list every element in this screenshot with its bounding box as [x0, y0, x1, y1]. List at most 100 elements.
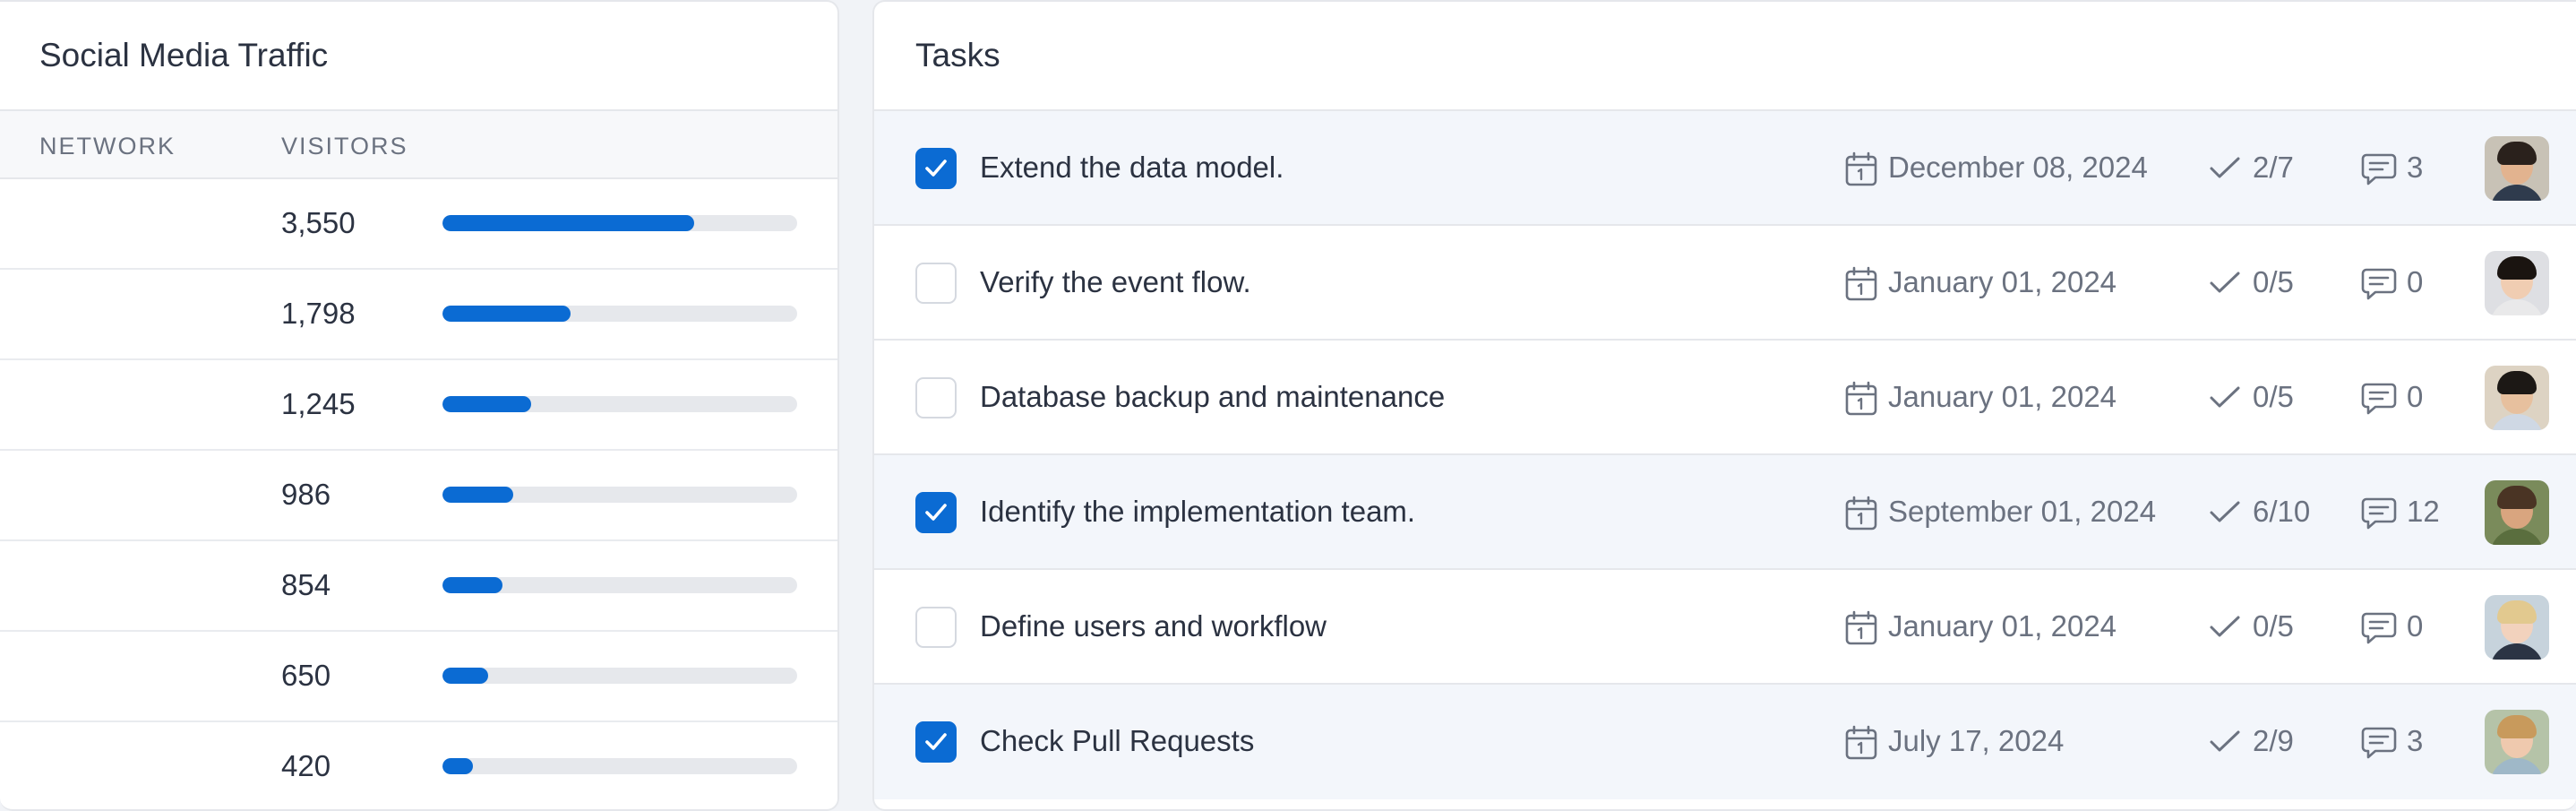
calendar-icon — [1844, 381, 1878, 421]
avatar-shirt — [2490, 414, 2544, 430]
calendar-icon — [1844, 725, 1878, 765]
task-checkbox[interactable] — [915, 148, 957, 189]
visitors-progress-fill — [442, 668, 489, 684]
calendar-icon — [1844, 496, 1878, 536]
social-media-traffic-card: Social Media Traffic NETWORK VISITORS 3,… — [0, 0, 839, 811]
network-cell — [39, 474, 236, 517]
avatar-shirt — [2490, 758, 2544, 774]
visitors-progress-bar — [442, 668, 797, 684]
comment-icon — [2361, 726, 2397, 764]
checkmark-icon — [2209, 156, 2241, 185]
visitors-value: 1,798 — [281, 297, 356, 330]
task-checkbox[interactable] — [915, 492, 957, 533]
task-row[interactable]: Define users and workflow January 01, 202… — [874, 570, 2576, 685]
calendar-icon — [1844, 610, 1878, 651]
avatar-hair — [2497, 486, 2537, 509]
network-cell — [39, 293, 236, 336]
visitors-progress-bar — [442, 306, 797, 322]
task-title[interactable]: Database backup and maintenance — [980, 380, 1445, 414]
task-title[interactable]: Define users and workflow — [980, 609, 1327, 643]
checkmark-icon — [2209, 615, 2241, 644]
task-list: Extend the data model. December 08, 2024 2… — [874, 111, 2576, 799]
traffic-row: 3,550 — [0, 179, 837, 270]
task-title[interactable]: Check Pull Requests — [980, 724, 1254, 758]
assignee-avatar[interactable] — [2485, 710, 2549, 774]
network-cell — [39, 565, 236, 608]
task-comment-count: 12 — [2407, 495, 2440, 528]
network-cell — [39, 655, 236, 698]
task-subtask-count: 0/5 — [2253, 265, 2294, 298]
task-due-date: January 01, 2024 — [1888, 609, 2117, 643]
visitors-progress-bar — [442, 396, 797, 412]
visitors-value: 420 — [281, 749, 331, 782]
traffic-card-title: Social Media Traffic — [0, 2, 837, 111]
task-row[interactable]: Extend the data model. December 08, 2024 2… — [874, 111, 2576, 226]
traffic-table-header: NETWORK VISITORS — [0, 111, 837, 179]
task-subtask-count: 2/9 — [2253, 724, 2294, 757]
visitors-progress-bar — [442, 577, 797, 593]
checkmark-icon — [2209, 500, 2241, 530]
task-row[interactable]: Check Pull Requests July 17, 2024 2/9 3 — [874, 685, 2576, 799]
task-subtask-count: 6/10 — [2253, 495, 2311, 528]
visitors-progress-fill — [442, 306, 571, 322]
traffic-row: 986 — [0, 451, 837, 541]
comment-icon — [2361, 611, 2397, 650]
traffic-table-body: 3,550 1,798 1,245 986 854 650 420 — [0, 179, 837, 809]
visitors-progress-bar — [442, 215, 797, 231]
task-due-date: January 01, 2024 — [1888, 380, 2117, 413]
avatar-hair — [2497, 371, 2537, 394]
assignee-avatar[interactable] — [2485, 251, 2549, 315]
assignee-avatar[interactable] — [2485, 595, 2549, 660]
visitors-progress-fill — [442, 577, 503, 593]
task-row[interactable]: Verify the event flow. January 01, 2024 0/… — [874, 226, 2576, 341]
comment-icon — [2361, 496, 2397, 535]
task-row[interactable]: Identify the implementation team. Septemb… — [874, 455, 2576, 570]
avatar-hair — [2497, 256, 2537, 280]
task-comment-count: 0 — [2407, 265, 2424, 298]
comment-icon — [2361, 267, 2397, 306]
task-subtask-count: 2/7 — [2253, 151, 2294, 184]
avatar-hair — [2497, 142, 2537, 165]
network-cell — [39, 746, 236, 789]
network-column-header: NETWORK — [39, 133, 176, 160]
task-title[interactable]: Verify the event flow. — [980, 265, 1251, 299]
task-checkbox[interactable] — [915, 607, 957, 648]
traffic-row: 1,245 — [0, 360, 837, 451]
network-cell — [39, 203, 236, 246]
task-comment-count: 0 — [2407, 609, 2424, 643]
checkmark-icon — [2209, 729, 2241, 759]
avatar-shirt — [2490, 299, 2544, 315]
task-subtask-count: 0/5 — [2253, 609, 2294, 643]
traffic-row: 650 — [0, 632, 837, 722]
visitors-value: 986 — [281, 478, 331, 511]
task-subtask-count: 0/5 — [2253, 380, 2294, 413]
assignee-avatar[interactable] — [2485, 366, 2549, 430]
checkmark-icon — [2209, 271, 2241, 300]
visitors-column-header: VISITORS — [281, 133, 408, 160]
task-title[interactable]: Extend the data model. — [980, 151, 1284, 185]
task-due-date: December 08, 2024 — [1888, 151, 2148, 184]
task-checkbox[interactable] — [915, 721, 957, 763]
comment-icon — [2361, 152, 2397, 191]
avatar-hair — [2497, 600, 2537, 624]
task-row[interactable]: Database backup and maintenance January 0… — [874, 341, 2576, 455]
visitors-value: 650 — [281, 659, 331, 692]
assignee-avatar[interactable] — [2485, 136, 2549, 201]
assignee-avatar[interactable] — [2485, 480, 2549, 545]
calendar-icon — [1844, 151, 1878, 192]
task-checkbox[interactable] — [915, 263, 957, 304]
visitors-progress-bar — [442, 487, 797, 503]
visitors-progress-fill — [442, 396, 531, 412]
traffic-row: 854 — [0, 541, 837, 632]
task-comment-count: 0 — [2407, 380, 2424, 413]
task-checkbox[interactable] — [915, 377, 957, 418]
task-due-date: July 17, 2024 — [1888, 724, 2065, 757]
task-comment-count: 3 — [2407, 724, 2424, 757]
avatar-shirt — [2490, 643, 2544, 660]
visitors-progress-fill — [442, 758, 473, 774]
visitors-progress-fill — [442, 487, 514, 503]
task-title[interactable]: Identify the implementation team. — [980, 495, 1415, 529]
avatar-shirt — [2490, 185, 2544, 201]
task-comment-count: 3 — [2407, 151, 2424, 184]
traffic-row: 420 — [0, 722, 837, 809]
